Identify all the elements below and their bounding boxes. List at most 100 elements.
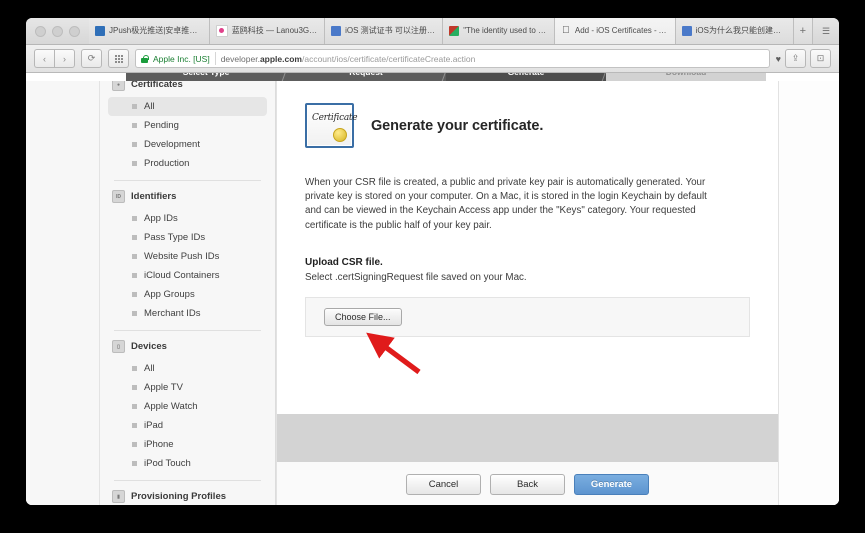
- share-button[interactable]: ⇪: [785, 49, 806, 68]
- window-traffic-lights: [26, 18, 89, 44]
- tabs-icon: ⊡: [816, 53, 825, 63]
- browser-tab[interactable]: iOS 测试证书 可以注册几个...: [325, 18, 444, 44]
- wizard-footer: Cancel Back Generate: [276, 462, 779, 505]
- screen: JPush极光推送|安卓推送|And... 蓝鸥科技 — Lanou3G.Com…: [0, 0, 865, 533]
- sidebar-group-certificates[interactable]: ● Certificates: [100, 81, 275, 97]
- page-body: ● Certificates All Pending Development P…: [26, 81, 839, 505]
- upload-section-subtitle: Select .certSigningRequest file saved on…: [305, 271, 527, 283]
- address-bar[interactable]: Apple Inc. [US] developer.apple.com/acco…: [135, 49, 770, 68]
- sidebar-divider: [114, 180, 261, 181]
- ios2-icon: [681, 26, 692, 36]
- browser-tab[interactable]: iOS为什么我只能创建一个测...: [675, 18, 794, 44]
- top-sites-button[interactable]: [108, 49, 129, 68]
- bookmark-heart-icon[interactable]: ♥: [776, 54, 781, 64]
- sidebar-item-certificates-all[interactable]: All: [108, 97, 267, 116]
- new-tab-button[interactable]: +: [793, 18, 813, 44]
- bullet-icon: [132, 442, 137, 447]
- sidebar-group-label: Identifiers: [131, 191, 177, 202]
- sidebar-item-pass-type-ids[interactable]: Pass Type IDs: [108, 228, 267, 247]
- sidebar-item-merchant-ids[interactable]: Merchant IDs: [108, 304, 267, 323]
- minimize-window-button[interactable]: [52, 25, 63, 37]
- page-left-gutter: [26, 81, 100, 505]
- choose-file-button[interactable]: Choose File...: [324, 307, 402, 326]
- page-title: Generate your certificate.: [371, 117, 544, 134]
- sidebar-item-label: App IDs: [144, 213, 178, 224]
- sidebar-item-label: iCloud Containers: [144, 270, 220, 281]
- bullet-icon: [132, 161, 137, 166]
- bullet-icon: [132, 254, 137, 259]
- sidebar-group-label: Provisioning Profiles: [131, 491, 227, 502]
- page-grey-band: [276, 414, 779, 462]
- sidebar-item-label: iPod Touch: [144, 458, 191, 469]
- lock-icon: [141, 54, 149, 63]
- main-content: Certificate Generate your certificate. W…: [276, 81, 839, 505]
- sidebar-item-label: All: [144, 363, 155, 374]
- sidebar-navigation: ● Certificates All Pending Development P…: [100, 81, 276, 505]
- browser-window: JPush极光推送|安卓推送|And... 蓝鸥科技 — Lanou3G.Com…: [26, 18, 839, 505]
- sidebar-item-certificates-production[interactable]: Production: [108, 154, 267, 173]
- bullet-icon: [132, 385, 137, 390]
- identity-icon: [449, 26, 460, 36]
- bullet-icon: [132, 273, 137, 278]
- reload-icon: ⟳: [87, 53, 96, 63]
- sidebar-item-label: iPhone: [144, 439, 174, 450]
- url-subdomain: developer.: [220, 53, 260, 64]
- page-right-gutter: [779, 81, 839, 505]
- share-icon: ⇪: [791, 53, 800, 63]
- sidebar-item-label: Apple Watch: [144, 401, 198, 412]
- tab-title: Add - iOS Certificates - Apple: [574, 26, 669, 35]
- browser-tab-active[interactable]:  Add - iOS Certificates - Apple: [554, 18, 676, 44]
- step-label: Generate: [508, 73, 545, 77]
- tab-overview-button[interactable]: ⊡: [810, 49, 831, 68]
- sidebar-item-ipod-touch[interactable]: iPod Touch: [108, 454, 267, 473]
- back-button[interactable]: Back: [490, 473, 565, 495]
- generate-button[interactable]: Generate: [574, 473, 649, 495]
- bullet-icon: [132, 123, 137, 128]
- browser-tabstrip: JPush极光推送|安卓推送|And... 蓝鸥科技 — Lanou3G.Com…: [26, 18, 839, 45]
- chevron-left-icon: ‹: [43, 53, 46, 64]
- certificate-header: Certificate Generate your certificate.: [305, 103, 750, 148]
- certificate-icon: ●: [112, 81, 125, 91]
- close-window-button[interactable]: [35, 25, 46, 37]
- sidebar-item-label: All: [144, 101, 155, 112]
- sidebar-item-label: App Groups: [144, 289, 195, 300]
- sidebar-item-certificates-development[interactable]: Development: [108, 135, 267, 154]
- bullet-icon: [132, 311, 137, 316]
- sidebar-group-identifiers[interactable]: ID Identifiers: [100, 184, 275, 209]
- back-button[interactable]: ‹: [34, 49, 54, 68]
- url-text: developer.apple.com/account/ios/certific…: [221, 54, 476, 64]
- tab-title: iOS为什么我只能创建一个测...: [695, 26, 787, 35]
- tab-title: JPush极光推送|安卓推送|And...: [109, 26, 203, 35]
- sidebar-item-apple-tv[interactable]: Apple TV: [108, 378, 267, 397]
- id-icon: ID: [112, 190, 125, 203]
- forward-button[interactable]: ›: [54, 49, 75, 68]
- sidebar-item-ipad[interactable]: iPad: [108, 416, 267, 435]
- sidebar-group-provisioning-profiles[interactable]: ▮ Provisioning Profiles: [100, 484, 275, 505]
- site-identity-label: Apple Inc. [US]: [153, 53, 210, 64]
- tab-overview-icon: ☰: [821, 25, 831, 36]
- tab-list: JPush极光推送|安卓推送|And... 蓝鸥科技 — Lanou3G.Com…: [89, 18, 813, 44]
- sidebar-item-iphone[interactable]: iPhone: [108, 435, 267, 454]
- sidebar-group-devices[interactable]: ▯ Devices: [100, 334, 275, 359]
- sidebar-item-apple-watch[interactable]: Apple Watch: [108, 397, 267, 416]
- sidebar-item-label: Development: [144, 139, 200, 150]
- sidebar-item-label: Pass Type IDs: [144, 232, 206, 243]
- certificate-card: Certificate Generate your certificate. W…: [276, 81, 779, 414]
- zoom-window-button[interactable]: [69, 25, 80, 37]
- nav-button-group: ‹ ›: [34, 49, 75, 68]
- sidebar-item-website-push-ids[interactable]: Website Push IDs: [108, 247, 267, 266]
- jpush-icon: [95, 26, 105, 36]
- sidebar-item-devices-all[interactable]: All: [108, 359, 267, 378]
- sidebar-item-certificates-pending[interactable]: Pending: [108, 116, 267, 135]
- cancel-button[interactable]: Cancel: [406, 473, 481, 495]
- show-all-tabs-button[interactable]: ☰: [813, 18, 839, 44]
- browser-tab[interactable]: 蓝鸥科技 — Lanou3G.Com: [209, 18, 326, 44]
- upload-dropzone: Choose File...: [305, 296, 750, 337]
- browser-tab[interactable]: JPush极光推送|安卓推送|And...: [89, 18, 210, 44]
- plus-icon: +: [799, 25, 807, 37]
- browser-tab[interactable]: "The identity used to sign the...: [443, 18, 555, 44]
- reload-button[interactable]: ⟳: [81, 49, 102, 68]
- sidebar-item-app-ids[interactable]: App IDs: [108, 209, 267, 228]
- sidebar-item-app-groups[interactable]: App Groups: [108, 285, 267, 304]
- sidebar-item-icloud-containers[interactable]: iCloud Containers: [108, 266, 267, 285]
